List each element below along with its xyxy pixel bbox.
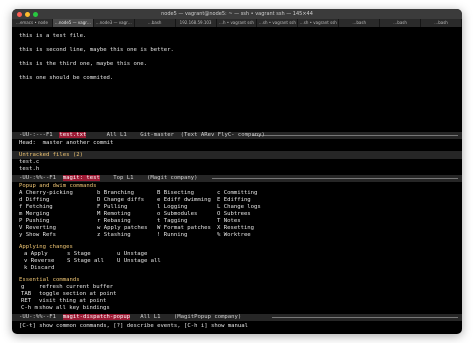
popup-command[interactable]: d Diffing (19, 197, 49, 204)
essential-desc[interactable]: refresh current buffer (39, 284, 113, 291)
essential-key[interactable]: TAB (21, 291, 31, 298)
popup-command[interactable]: O Subtrees (217, 211, 251, 218)
modeline-info: All L1 (MagitPopup company) (130, 314, 245, 320)
essential-key[interactable]: C-h m (21, 305, 38, 312)
modeline-magit: -UU-:%%--F1 magit: test Top L1 (Magit co… (12, 175, 462, 182)
terminal-tab[interactable]: …node3 — vagr… (94, 19, 135, 27)
terminal-tab[interactable]: …bash (380, 19, 422, 27)
popup-command[interactable]: T Notes (217, 218, 241, 225)
tab-bar: …emacs • node …node5 — vagr… …node3 — vagr… (12, 19, 462, 27)
popup-command[interactable]: M Remoting (97, 211, 131, 218)
window-controls (17, 11, 38, 17)
popup-command[interactable]: L Change logs (217, 204, 261, 211)
popup-title: Popup and dwim commands (19, 183, 97, 189)
untracked-file[interactable]: test.c (19, 159, 39, 166)
popup-command[interactable]: t Tagging (157, 218, 187, 225)
essential-key[interactable]: RET (21, 298, 31, 305)
apply-command[interactable]: k Discard (24, 265, 54, 272)
modeline-status: -UU-:---F1 (19, 132, 60, 138)
apply-command[interactable]: S Stage all (67, 258, 104, 265)
modeline-fill (212, 178, 458, 179)
apply-command[interactable]: a Apply (24, 251, 48, 258)
essential-desc[interactable]: show all key bindings (39, 305, 110, 312)
popup-command[interactable]: V Reverting (19, 225, 56, 232)
popup-command[interactable]: D Change diffs (97, 197, 144, 204)
window-title: node5 — vagrant@node5: ~ — ssh • vagrant… (161, 11, 313, 17)
popup-command[interactable]: y Show Refs (19, 232, 56, 239)
modeline-fill (272, 317, 458, 318)
terminal-tab[interactable]: …node5 — vagr… (52, 19, 94, 27)
popup-command[interactable]: b Branching (97, 190, 134, 197)
minimize-button[interactable] (25, 11, 30, 17)
popup-command[interactable]: F Pulling (97, 204, 127, 211)
magit-head: Head: master another commit (19, 140, 114, 146)
popup-command[interactable]: ! Running (157, 232, 187, 239)
essential-title: Essential commands (19, 277, 80, 283)
title-bar: node5 — vagrant@node5: ~ — ssh • vagrant… (12, 9, 462, 19)
terminal-tab[interactable]: …emacs • node (12, 19, 53, 27)
essential-desc[interactable]: toggle section at point (39, 291, 116, 298)
buffer-line[interactable]: this is the third one, maybe this one. (19, 61, 147, 68)
buffer-line[interactable]: this is second line, maybe this one is b… (19, 47, 174, 54)
popup-command[interactable]: c Committing (217, 190, 257, 197)
modeline-buffer-name: magit-dispatch-popup (62, 314, 131, 320)
modeline-buffer-name: magit: test (62, 175, 100, 181)
apply-command[interactable]: v Reverse (24, 258, 54, 265)
buffer-line[interactable]: this one should be commited. (19, 75, 113, 82)
terminal-tab[interactable]: 192.168.59.103 (176, 19, 217, 27)
popup-command[interactable]: l Logging (157, 204, 187, 211)
popup-command[interactable]: f Fetching (19, 204, 53, 211)
essential-key[interactable]: g (21, 284, 24, 291)
modeline-file: -UU-:---F1 test.txt All L1 Git-master (T… (12, 132, 462, 139)
untracked-section-title[interactable]: Untracked files (2) (19, 152, 83, 159)
terminal-tab[interactable]: …sh • vagrant ssh (298, 19, 340, 27)
zoom-button[interactable] (33, 11, 38, 17)
popup-command[interactable]: % Worktree (217, 232, 251, 239)
terminal-tab[interactable]: …h • vagrant ssh (217, 19, 258, 27)
modeline-dispatch: -UU-:%%--F1 magit-dispatch-popup All L1 … (12, 314, 462, 321)
apply-command[interactable]: u Unstage (117, 251, 147, 258)
popup-command[interactable]: P Pushing (19, 218, 49, 225)
modeline-buffer-name: test.txt (59, 132, 87, 138)
popup-command[interactable]: z Stashing (97, 232, 131, 239)
essential-desc[interactable]: visit thing at point (39, 298, 106, 305)
popup-command[interactable]: W Format patches (157, 225, 211, 232)
popup-command[interactable]: E Ediffing (217, 197, 251, 204)
modeline-status: -UU-:%%--F1 (19, 175, 63, 181)
terminal-tab[interactable]: …bash (421, 19, 462, 27)
buffer-line[interactable]: this is a test file. (19, 33, 86, 40)
popup-command[interactable]: e Ediff dwimming (157, 197, 211, 204)
terminal-tab[interactable]: …bash (339, 19, 381, 27)
emacs-frame[interactable]: this is a test file. this is second line,… (12, 27, 462, 334)
modeline-info: All L1 Git-master (Text ARev FlyC- compa… (86, 132, 269, 138)
modeline-status: -UU-:%%--F1 (19, 314, 63, 320)
popup-command[interactable]: X Resetting (217, 225, 254, 232)
popup-command[interactable]: A Cherry-picking (19, 190, 73, 197)
popup-command[interactable]: r Rebasing (97, 218, 131, 225)
popup-command[interactable]: o Submodules (157, 211, 197, 218)
minibuffer[interactable]: [C-t] show common commands, [?] describe… (19, 323, 248, 330)
popup-command[interactable]: w Apply patches (97, 225, 148, 232)
terminal-tab[interactable]: …sh • vagrant ssh (257, 19, 299, 27)
popup-command[interactable]: m Merging (19, 211, 49, 218)
close-button[interactable] (17, 11, 22, 17)
terminal-window: node5 — vagrant@node5: ~ — ssh • vagrant… (12, 9, 462, 334)
untracked-file[interactable]: test.h (19, 166, 39, 173)
applying-title: Applying changes (19, 244, 73, 250)
terminal-tab[interactable]: …bash (135, 19, 176, 27)
apply-command[interactable]: s Stage (67, 251, 91, 258)
apply-command[interactable]: U Unstage all (117, 258, 161, 265)
modeline-info: Top L1 (Magit company) (99, 175, 201, 181)
modeline-fill (252, 135, 458, 136)
popup-command[interactable]: B Bisecting (157, 190, 194, 197)
